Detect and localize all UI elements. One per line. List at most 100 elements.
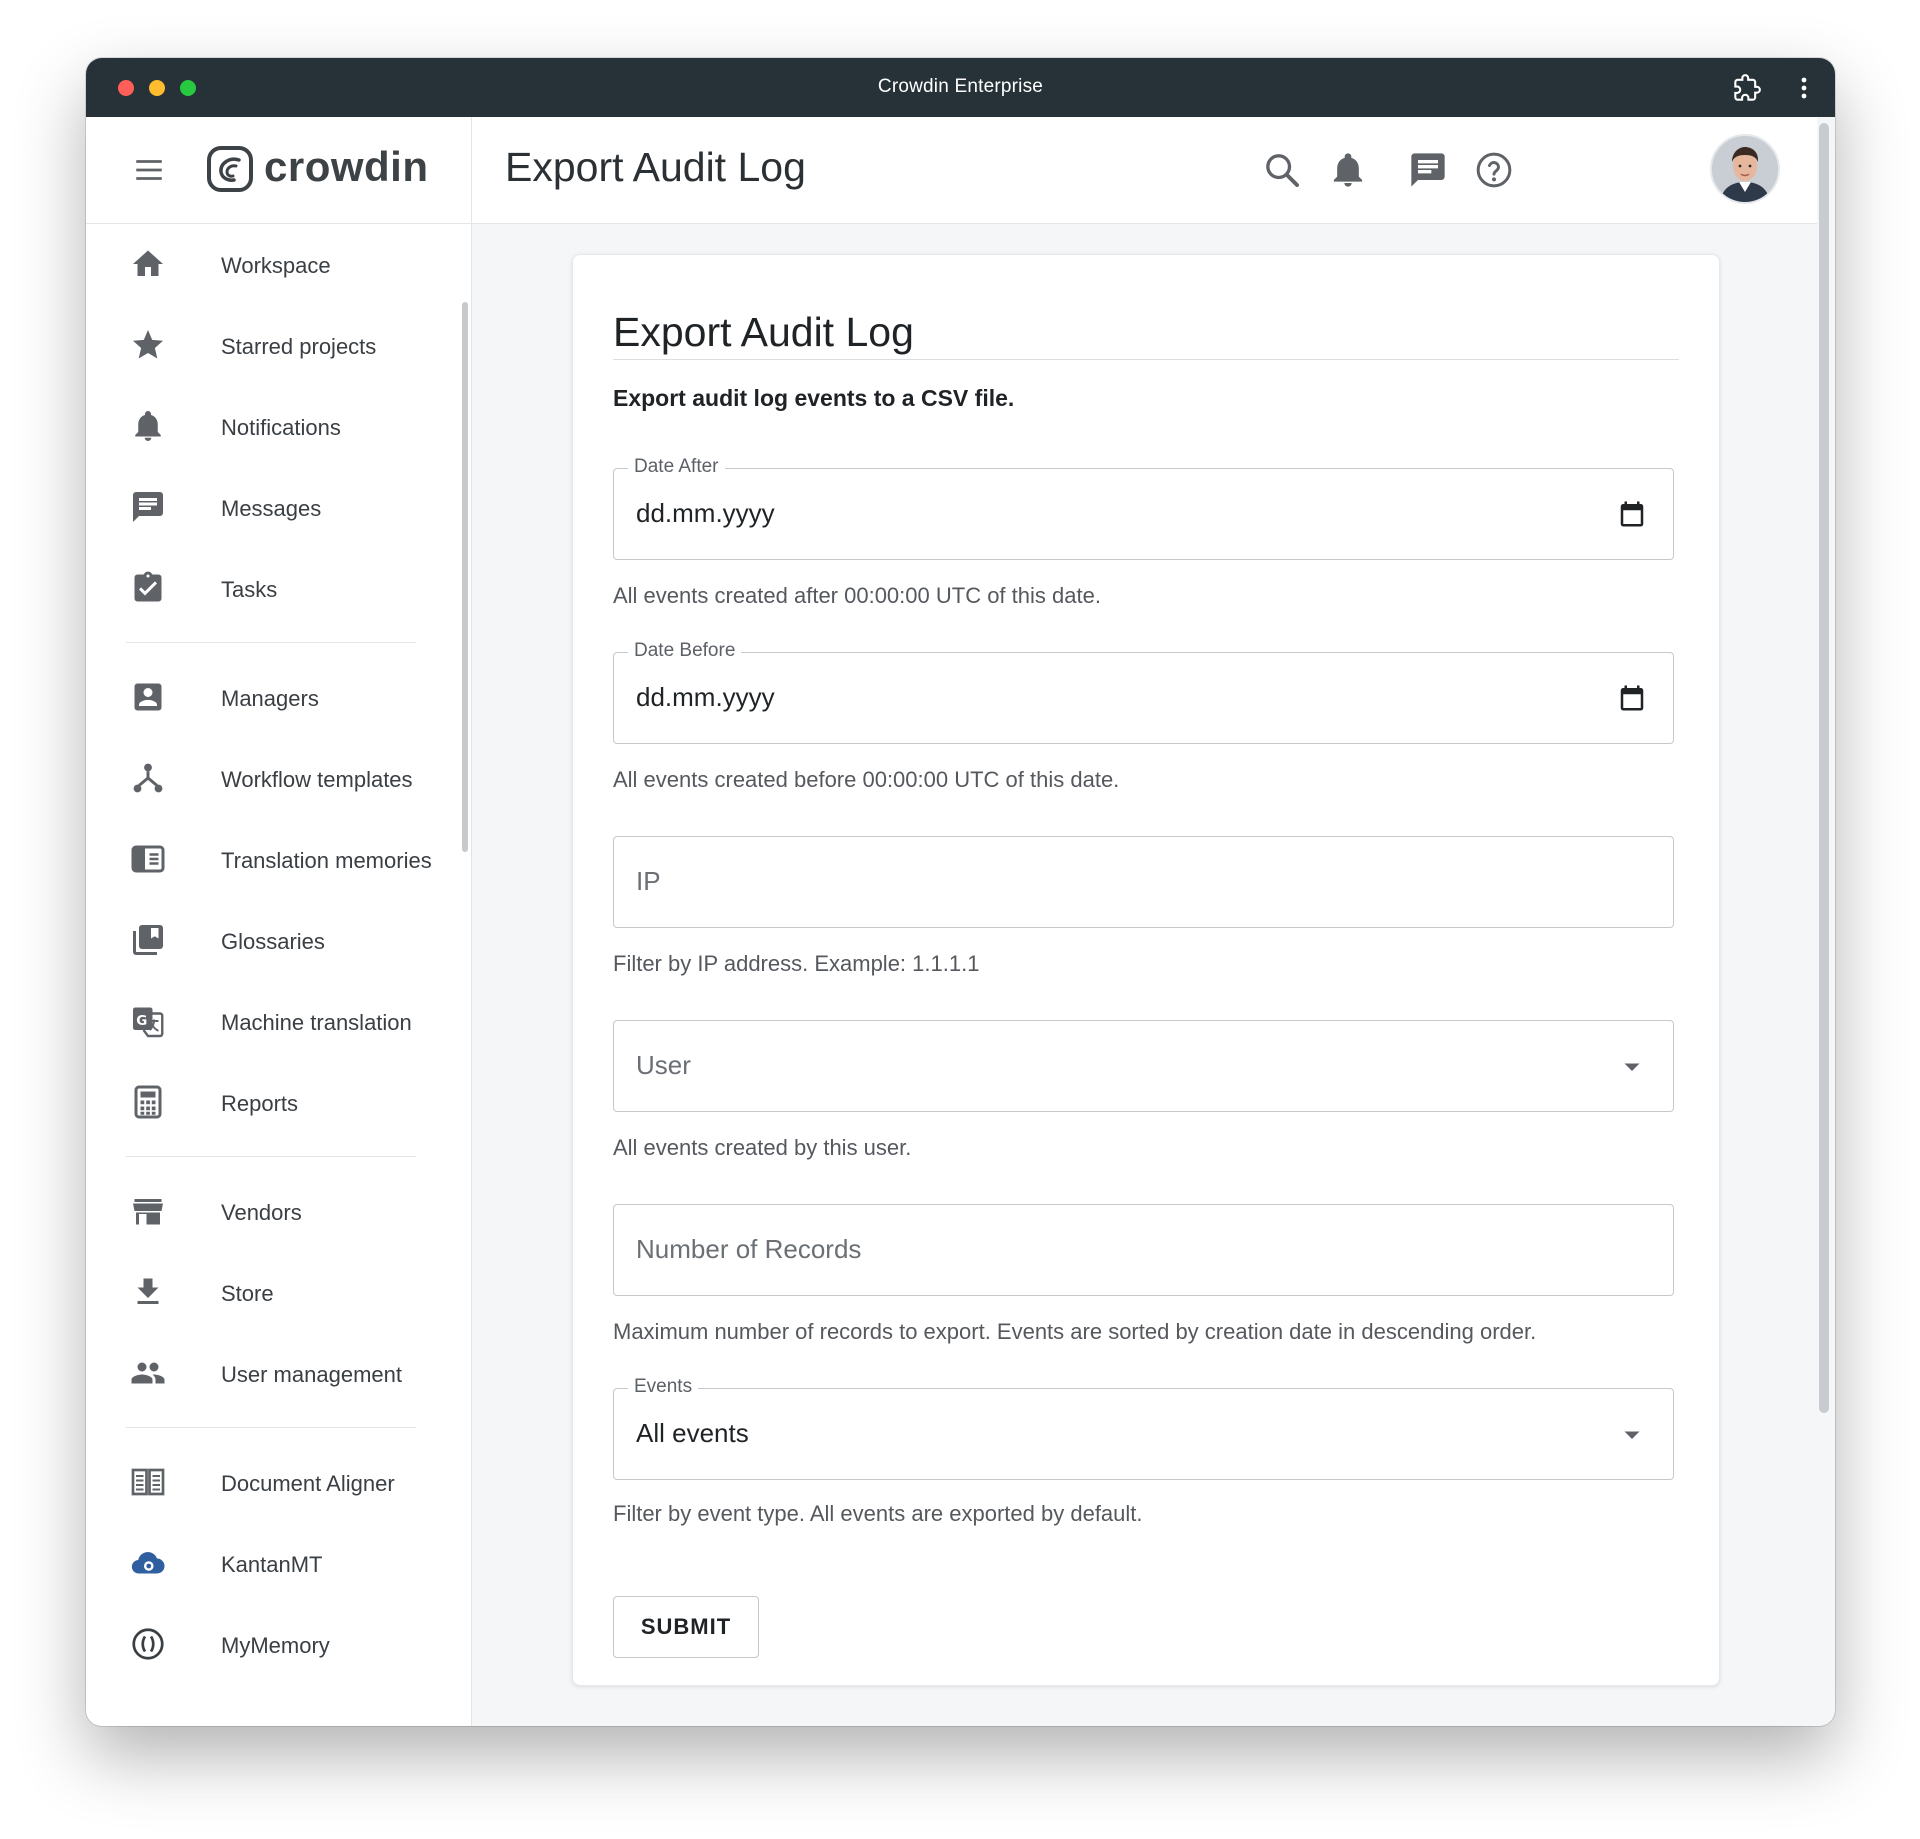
- kantanmt-cloud-icon: [131, 1552, 165, 1574]
- sidebar-item-label: Managers: [221, 686, 319, 711]
- sidebar-scrollbar[interactable]: [462, 302, 468, 852]
- people-icon: [131, 1362, 165, 1384]
- download-icon: [137, 1278, 159, 1304]
- sidebar-item-label: Translation memories: [221, 848, 432, 873]
- sidebar-divider: [86, 1413, 471, 1441]
- extension-icon[interactable]: [1733, 74, 1761, 102]
- date-after-label: Date After: [628, 456, 725, 478]
- card-description: Export audit log events to a CSV file.: [613, 385, 1015, 411]
- help-icon[interactable]: [1474, 150, 1514, 190]
- sidebar-item-tasks[interactable]: Tasks: [86, 547, 471, 628]
- sidebar: crowdin Workspace Starred projects Notific…: [86, 117, 472, 1726]
- sidebar-item-label: Tasks: [221, 577, 278, 602]
- sidebar-item-vendors[interactable]: Vendors: [86, 1170, 471, 1251]
- crowdin-logo-text[interactable]: crowdin: [264, 143, 429, 191]
- translation-memory-icon: [131, 845, 165, 873]
- ip-help: Filter by IP address. Example: 1.1.1.1: [613, 951, 980, 976]
- sidebar-item-label: Store: [221, 1281, 274, 1306]
- document-aligner-icon: [131, 1468, 165, 1496]
- calendar-icon[interactable]: [1617, 499, 1647, 529]
- user-avatar[interactable]: [1710, 134, 1780, 204]
- notifications-bell-icon[interactable]: [1328, 150, 1368, 190]
- sidebar-item-reports[interactable]: Reports: [86, 1061, 471, 1142]
- date-before-help: All events created before 00:00:00 UTC o…: [613, 767, 1120, 792]
- events-select[interactable]: Events All events: [613, 1376, 1674, 1480]
- ip-placeholder: IP: [636, 866, 661, 896]
- contact-card-icon: [134, 683, 162, 711]
- sidebar-item-glossaries[interactable]: Glossaries: [86, 899, 471, 980]
- window-title: Crowdin Enterprise: [877, 76, 1044, 97]
- clipboard-check-icon: [134, 571, 162, 602]
- main-scrollbar[interactable]: [1819, 123, 1829, 1413]
- sidebar-item-label: Workspace: [221, 253, 331, 278]
- dropdown-arrow-icon[interactable]: [1617, 1419, 1647, 1449]
- submit-button[interactable]: SUBMIT: [613, 1596, 759, 1658]
- menu-icon[interactable]: [132, 153, 166, 187]
- sidebar-item-label: Starred projects: [221, 334, 377, 359]
- sidebar-item-label: Machine translation: [221, 1010, 412, 1035]
- search-icon[interactable]: [1262, 150, 1302, 190]
- sidebar-header: crowdin: [86, 117, 471, 224]
- user-avatar-image: [1712, 136, 1778, 202]
- message-icon: [133, 492, 163, 522]
- date-after-field[interactable]: Date After dd.mm.yyyy: [613, 456, 1674, 560]
- page-title: Export Audit Log: [505, 144, 806, 190]
- home-icon: [133, 250, 163, 276]
- bell-icon: [135, 411, 161, 441]
- app-bar: Export Audit Log: [472, 117, 1817, 224]
- sidebar-divider: [86, 628, 471, 656]
- sidebar-item-label: Vendors: [221, 1200, 302, 1225]
- user-help: All events created by this user.: [613, 1135, 912, 1160]
- app-window: Crowdin Enterprise crowdin Workspace Star…: [86, 58, 1835, 1726]
- sidebar-nav: Workspace Starred projects Notifications Me…: [86, 223, 471, 1684]
- ip-input[interactable]: IP: [613, 836, 1674, 928]
- date-before-label: Date Before: [628, 640, 742, 662]
- mymemory-icon: [132, 1628, 164, 1660]
- dropdown-arrow-icon[interactable]: [1617, 1051, 1647, 1081]
- date-after-help: All events created after 00:00:00 UTC of…: [613, 583, 1101, 608]
- card-title: Export Audit Log: [613, 309, 914, 355]
- more-vertical-icon[interactable]: [1794, 74, 1814, 102]
- sidebar-item-kantanmt[interactable]: KantanMT: [86, 1522, 471, 1603]
- sidebar-item-translation-memories[interactable]: Translation memories: [86, 818, 471, 899]
- workflow-icon: [133, 763, 163, 793]
- messages-icon[interactable]: [1408, 150, 1448, 190]
- export-audit-log-card: Export Audit Log Export audit log events…: [572, 254, 1720, 1686]
- sidebar-item-starred-projects[interactable]: Starred projects: [86, 304, 471, 385]
- events-label: Events: [628, 1376, 699, 1398]
- sidebar-item-label: Glossaries: [221, 929, 325, 954]
- card-divider: [613, 359, 1679, 360]
- events-help: Filter by event type. All events are exp…: [613, 1501, 1143, 1526]
- user-select[interactable]: User: [613, 1020, 1674, 1112]
- sidebar-divider: [86, 1142, 471, 1170]
- sidebar-item-workspace[interactable]: Workspace: [86, 223, 471, 304]
- google-translate-icon: G: [133, 1007, 164, 1038]
- number-of-records-placeholder: Number of Records: [636, 1234, 862, 1264]
- sidebar-item-mymemory[interactable]: MyMemory: [86, 1603, 471, 1684]
- events-value: All events: [636, 1418, 749, 1448]
- crowdin-logo-icon[interactable]: [206, 145, 254, 193]
- sidebar-item-label: Notifications: [221, 415, 341, 440]
- sidebar-item-workflow-templates[interactable]: Workflow templates: [86, 737, 471, 818]
- title-bar: Crowdin Enterprise: [86, 58, 1835, 117]
- storefront-icon: [133, 1199, 163, 1225]
- sidebar-item-messages[interactable]: Messages: [86, 466, 471, 547]
- sidebar-item-notifications[interactable]: Notifications: [86, 385, 471, 466]
- svg-text:G: G: [136, 1013, 147, 1029]
- sidebar-item-label: MyMemory: [221, 1633, 330, 1658]
- sidebar-item-label: Messages: [221, 496, 322, 521]
- sidebar-item-user-management[interactable]: User management: [86, 1332, 471, 1413]
- sidebar-item-label: User management: [221, 1362, 402, 1387]
- library-books-icon: [133, 925, 163, 955]
- sidebar-item-label: Reports: [221, 1091, 299, 1116]
- number-of-records-input[interactable]: Number of Records: [613, 1204, 1674, 1296]
- date-before-field[interactable]: Date Before dd.mm.yyyy: [613, 640, 1674, 744]
- date-before-value: dd.mm.yyyy: [636, 682, 775, 712]
- sidebar-item-machine-translation[interactable]: G Machine translation: [86, 980, 471, 1061]
- calendar-icon[interactable]: [1617, 683, 1647, 713]
- sidebar-item-document-aligner[interactable]: Document Aligner: [86, 1441, 471, 1522]
- sidebar-item-managers[interactable]: Managers: [86, 656, 471, 737]
- number-of-records-help: Maximum number of records to export. Eve…: [613, 1319, 1537, 1344]
- sidebar-item-store[interactable]: Store: [86, 1251, 471, 1332]
- sidebar-item-label: Document Aligner: [221, 1471, 395, 1496]
